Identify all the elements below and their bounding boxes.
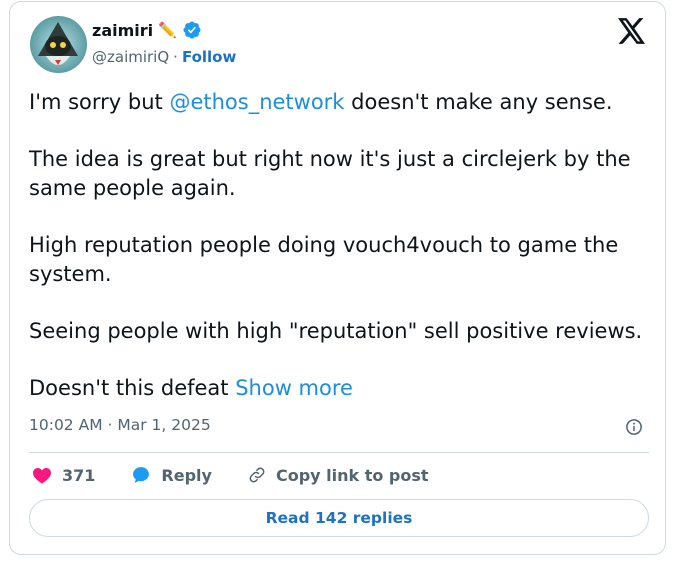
tweet-paragraph-1: I'm sorry but @ethos_network doesn't mak… xyxy=(29,88,654,117)
tweet-text: doesn't make any sense. xyxy=(344,90,613,114)
author-name-row: zaimiri ✏️ xyxy=(92,20,202,40)
tweet-text: I'm sorry but xyxy=(29,90,170,114)
follow-link[interactable]: Follow xyxy=(182,48,236,66)
heart-icon xyxy=(33,467,51,484)
tweet-text: Doesn't this defeat xyxy=(29,376,236,400)
reply-label: Reply xyxy=(161,465,212,485)
action-bar: 371 Reply Copy link to post xyxy=(32,465,429,485)
mention-link[interactable]: @ethos_network xyxy=(169,90,344,114)
copy-link-label: Copy link to post xyxy=(275,465,429,485)
tweet-paragraph-2: The idea is great but right now it's jus… xyxy=(29,147,631,200)
copy-link-button[interactable]: Copy link to post xyxy=(248,466,429,485)
author-handle[interactable]: @zaimiriQ xyxy=(92,48,169,66)
divider xyxy=(29,452,649,453)
read-replies-label: Read 142 replies xyxy=(265,509,413,527)
avatar[interactable] xyxy=(30,16,87,73)
pencil-emoji: ✏️ xyxy=(158,21,177,39)
handle-row: @zaimiriQ · Follow xyxy=(92,48,236,66)
like-count: 371 xyxy=(62,465,96,485)
avatar-image xyxy=(30,16,87,73)
x-logo-icon[interactable] xyxy=(618,18,646,44)
tweet-paragraph-5: Doesn't this defeat Show more xyxy=(29,374,654,403)
tweet-timestamp[interactable]: 10:02 AM · Mar 1, 2025 xyxy=(29,416,211,434)
reply-button[interactable]: Reply xyxy=(131,465,212,485)
verified-badge-icon xyxy=(183,21,201,39)
read-replies-button[interactable]: Read 142 replies xyxy=(29,499,649,537)
handle-separator: · xyxy=(173,48,178,66)
show-more-link[interactable]: Show more xyxy=(235,376,353,400)
reply-bubble-icon xyxy=(133,467,150,483)
tweet-body: I'm sorry but @ethos_network doesn't mak… xyxy=(29,88,654,431)
link-icon xyxy=(249,467,265,483)
tweet-card: zaimiri ✏️ @zaimiriQ · Follow I'm sorry … xyxy=(9,1,666,555)
like-button[interactable]: 371 xyxy=(32,466,95,485)
tweet-paragraph-3: High reputation people doing vouch4vouch… xyxy=(29,233,619,286)
info-icon[interactable] xyxy=(625,418,643,436)
tweet-paragraph-4: Seeing people with high "reputation" sel… xyxy=(29,319,643,343)
author-display-name[interactable]: zaimiri xyxy=(92,21,153,40)
